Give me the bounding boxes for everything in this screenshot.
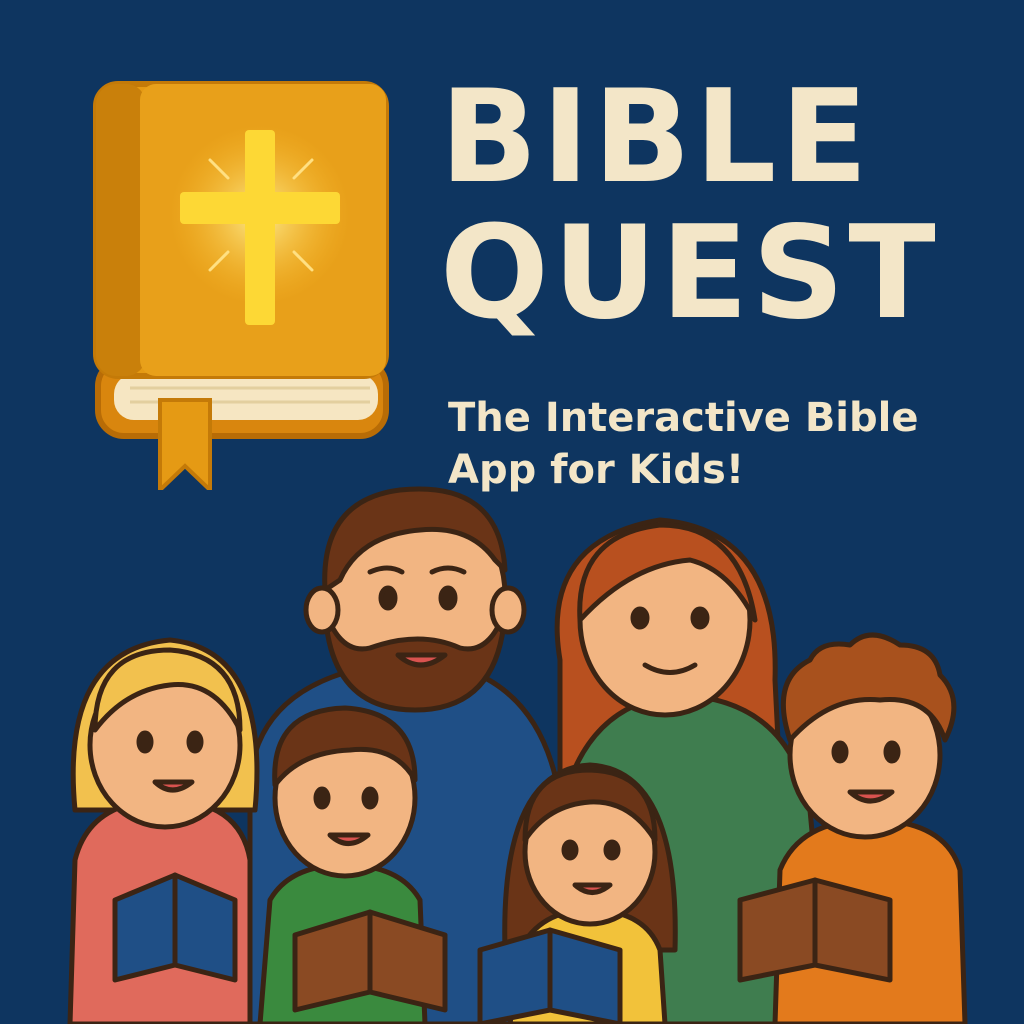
tagline-line-1: The Interactive Bible [448, 395, 919, 441]
title-line-2: QUEST [440, 199, 940, 348]
bookmark-icon [158, 398, 212, 490]
blonde-girl [67, 637, 260, 1024]
app-title: BIBLE QUEST [440, 70, 1000, 342]
bible-book-icon [93, 81, 389, 490]
title-line-1: BIBLE [440, 63, 872, 212]
family-reading-illustration [67, 486, 968, 1024]
